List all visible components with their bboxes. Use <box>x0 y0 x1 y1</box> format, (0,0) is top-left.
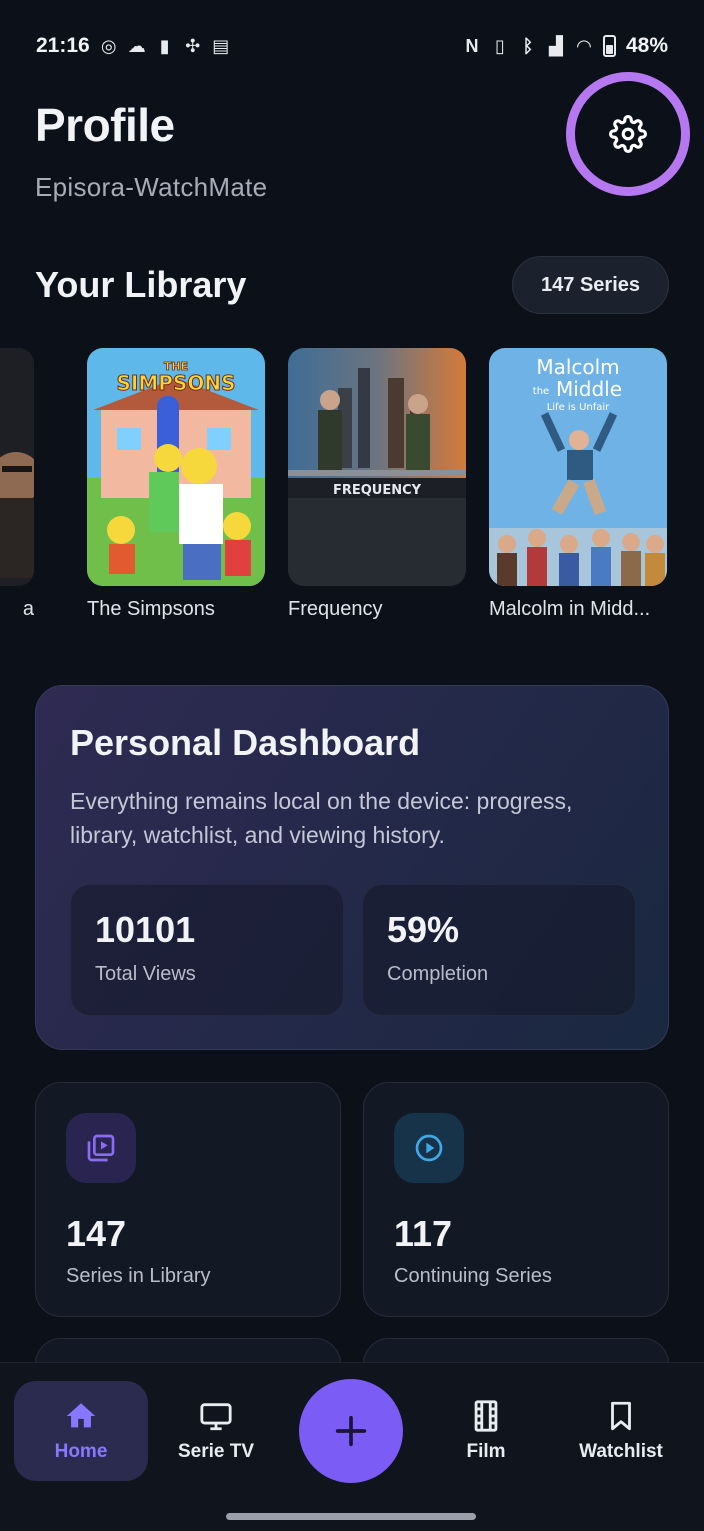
bookmark-icon <box>611 1401 631 1431</box>
poster-logo-malcolm: Malcolm <box>536 355 619 379</box>
home-icon <box>66 1403 96 1428</box>
settings-button[interactable] <box>566 72 690 196</box>
nfc-icon: N <box>465 36 479 56</box>
poster-image: FREQUENCY <box>288 348 466 586</box>
battery-percent: 48% <box>625 34 668 57</box>
personal-dashboard: Personal Dashboard Everything remains lo… <box>35 685 669 1050</box>
nav-home[interactable]: Home <box>14 1381 148 1481</box>
nav-label: Home <box>54 1441 108 1462</box>
gear-icon <box>609 115 647 153</box>
card-continuing-series[interactable]: 117 Continuing Series <box>363 1082 669 1317</box>
dashboard-title: Personal Dashboard <box>70 722 421 763</box>
dashboard-stats: 10101 Total Views 59% Completion <box>70 884 636 1016</box>
stat-total-views: 10101 Total Views <box>70 884 344 1016</box>
nav-label: Watchlist <box>579 1441 663 1462</box>
poster-logo-frequency: FREQUENCY <box>333 483 422 498</box>
library-carousel[interactable]: a THE SIMPSONS The Simpsons FREQUENCY Fr… <box>0 348 704 638</box>
poster-logo-simpsons: SIMPSONS <box>117 371 236 395</box>
home-indicator[interactable] <box>226 1513 476 1520</box>
poster-card[interactable]: FREQUENCY Frequency <box>288 348 466 621</box>
poster-logo-middle: Middle <box>556 377 622 401</box>
library-header: Your Library 147 Series <box>35 256 669 314</box>
whatsapp-icon: ◎ <box>100 36 117 56</box>
poster-tagline: Life is Unfair <box>547 402 610 413</box>
stat-label: Total Views <box>95 963 196 985</box>
library-play-icon <box>66 1113 136 1183</box>
vibrate-icon: ▯ <box>495 36 505 56</box>
poster-image: THE SIMPSONS <box>87 348 265 586</box>
library-title: Your Library <box>35 264 247 305</box>
status-left: 21:16 ◎ ☁ ▮ ✣ ▤ <box>36 34 230 58</box>
fan-icon: ✣ <box>185 36 201 56</box>
stat-completion: 59% Completion <box>362 884 636 1016</box>
card-value: 147 <box>66 1213 127 1254</box>
poster-title: Malcolm in Midd... <box>489 598 651 620</box>
series-count-badge[interactable]: 147 Series <box>512 256 669 314</box>
weather-icon: ☁ <box>127 36 146 56</box>
bottom-nav: Home Serie TV Film Watchlist <box>0 1362 704 1531</box>
stat-value: 10101 <box>95 909 196 950</box>
nav-label: Serie TV <box>177 1441 255 1462</box>
play-circle-icon <box>394 1113 464 1183</box>
poster-title: The Simpsons <box>87 598 215 620</box>
status-time: 21:16 <box>36 34 90 57</box>
plus-icon <box>335 1415 367 1447</box>
stat-cards: 147 Series in Library 117 Continuing Ser… <box>35 1082 669 1317</box>
poster-logo-the: the <box>533 386 549 397</box>
card-series-in-library[interactable]: 147 Series in Library <box>35 1082 341 1317</box>
dashboard-description: Everything remains local on the device: … <box>70 788 573 848</box>
page-title: Profile <box>35 99 175 151</box>
poster-title: a <box>22 598 34 620</box>
page-subtitle: Episora-WatchMate <box>35 172 268 202</box>
wifi-icon: ◠ <box>577 36 591 56</box>
poster-title: Frequency <box>288 598 383 620</box>
stat-value: 59% <box>387 909 460 950</box>
card-label: Series in Library <box>66 1265 211 1287</box>
nav-film[interactable]: Film <box>419 1381 553 1481</box>
nav-watchlist[interactable]: Watchlist <box>554 1381 688 1481</box>
film-icon <box>474 1400 498 1432</box>
poster-card[interactable]: a <box>0 348 34 621</box>
tv-icon <box>200 1403 232 1431</box>
battery-icon <box>602 35 616 57</box>
nav-serie-tv[interactable]: Serie TV <box>149 1381 283 1481</box>
poster-image <box>0 348 34 586</box>
poster-image: Malcolm the Middle Life is Unfair <box>489 348 667 586</box>
poster-card[interactable]: THE SIMPSONS The Simpsons <box>87 348 265 621</box>
notification-icon: ▮ <box>159 36 170 56</box>
profile-header: Profile Episora-WatchMate <box>35 98 267 203</box>
card-value: 117 <box>394 1213 453 1254</box>
stat-label: Completion <box>387 963 489 985</box>
nav-label: Film <box>466 1441 506 1462</box>
card-label: Continuing Series <box>394 1265 552 1287</box>
signal-icon: ▟ <box>549 36 563 56</box>
poster-card[interactable]: Malcolm the Middle Life is Unfair Malcol… <box>489 348 667 621</box>
bluetooth-icon: ᛒ <box>522 36 534 56</box>
add-button[interactable] <box>299 1379 403 1483</box>
status-right: N ▯ ᛒ ▟ ◠ 48% <box>463 34 668 58</box>
calendar-icon: ▤ <box>212 36 230 56</box>
